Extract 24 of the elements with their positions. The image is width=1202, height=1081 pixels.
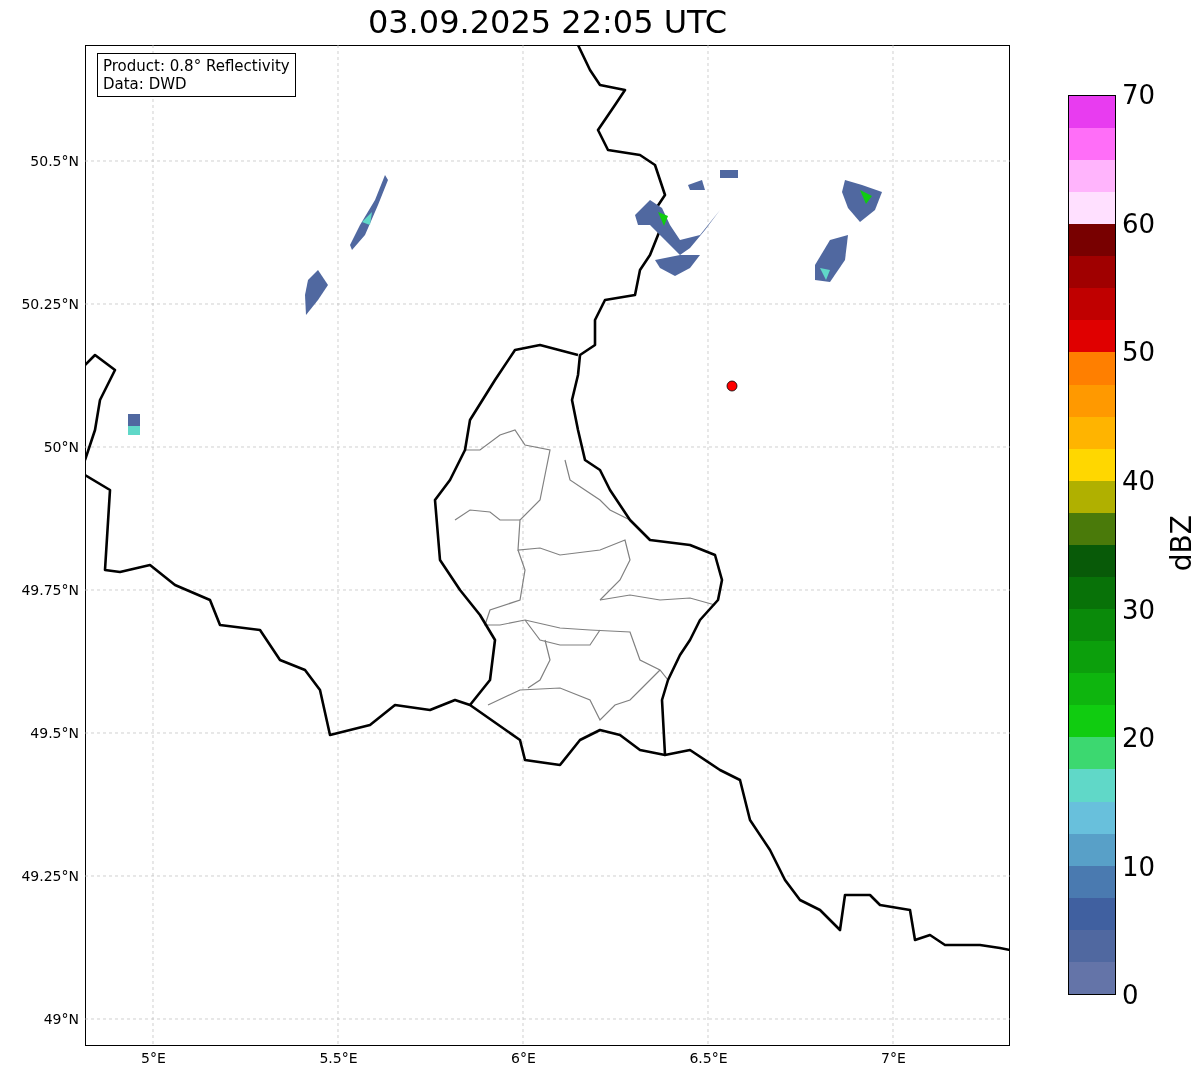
longitude-label: 5°E <box>141 1050 166 1066</box>
colorbar-tick-label: 30 <box>1122 594 1156 625</box>
colorbar-tick-label: 20 <box>1122 723 1156 754</box>
colorbar-label: dBZ <box>1165 515 1199 572</box>
colorbar-tick-label: 60 <box>1122 208 1156 239</box>
info-text: Data: DWD <box>103 75 188 93</box>
latitude-label: 49.75°N <box>21 581 79 598</box>
colorbar-tick-label: 10 <box>1122 851 1156 882</box>
colorbar-tick-label: 0 <box>1122 980 1139 1011</box>
chart-title: 03.09.2025 22:05 UTC <box>366 2 729 43</box>
latitude-label: 50.25°N <box>21 295 79 312</box>
colorbar-tick-label: 40 <box>1122 466 1156 497</box>
longitude-label: 5.5°E <box>319 1050 358 1066</box>
longitude-label: 6.5°E <box>689 1050 728 1066</box>
latitude-label: 49°N <box>43 1010 79 1027</box>
longitude-label: 6°E <box>511 1050 536 1066</box>
latitude-label: 50.5°N <box>30 152 79 169</box>
colorbar-tick-label: 70 <box>1122 80 1156 111</box>
info-text: Product: 0.8° Reflectivity <box>103 57 290 75</box>
longitude-label: 7°E <box>881 1050 906 1066</box>
latitude-label: 49.5°N <box>30 724 79 741</box>
colorbar-tick-label: 50 <box>1122 337 1156 368</box>
latitude-label: 49.25°N <box>21 867 79 884</box>
latitude-label: 50°N <box>43 438 79 455</box>
